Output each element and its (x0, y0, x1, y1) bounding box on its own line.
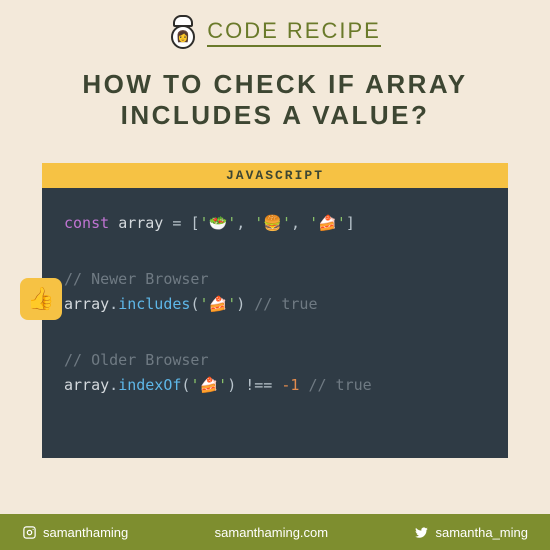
instagram-text: samanthaming (43, 525, 128, 540)
thumbs-up-icon: 👍 (20, 278, 62, 320)
fn-includes: includes (118, 295, 190, 313)
code-language-bar: JAVASCRIPT (42, 163, 508, 188)
twitter-handle: samantha_ming (414, 525, 528, 540)
num-neg1: -1 (281, 376, 299, 394)
code-block: JAVASCRIPT const array = ['🥗', '🍔', '🍰']… (42, 163, 508, 458)
title-line-1: HOW TO CHECK IF ARRAY (82, 69, 467, 99)
comment-newer: // Newer Browser (64, 268, 486, 291)
emoji-cake-arg1: 🍰 (209, 295, 228, 313)
code-body: const array = ['🥗', '🍔', '🍰'] // Newer B… (42, 188, 508, 458)
emoji-cake-arg2: 🍰 (199, 376, 218, 394)
comment-true-2: // true (308, 376, 371, 394)
emoji-cake: 🍰 (318, 214, 337, 232)
twitter-icon (414, 525, 429, 540)
website-link: samanthaming.com (215, 525, 328, 540)
emoji-salad: 🥗 (209, 214, 228, 232)
chef-logo-icon: 👩 (169, 19, 197, 47)
twitter-text: samantha_ming (435, 525, 528, 540)
footer: samanthaming samanthaming.com samantha_m… (0, 514, 550, 550)
page-title: HOW TO CHECK IF ARRAY INCLUDES A VALUE? (0, 69, 550, 131)
op-eq: = (172, 214, 181, 232)
code-line-decl: const array = ['🥗', '🍔', '🍰'] (64, 212, 486, 235)
instagram-icon (22, 525, 37, 540)
code-line-includes: array.includes('🍰') // true (64, 293, 486, 316)
comment-true-1: // true (254, 295, 317, 313)
instagram-handle: samanthaming (22, 525, 128, 540)
var-array: array (118, 214, 163, 232)
website-text: samanthaming.com (215, 525, 328, 540)
emoji-burger: 🍔 (263, 214, 282, 232)
code-line-indexof: array.indexOf('🍰') !== -1 // true (64, 374, 486, 397)
op-neq: !== (245, 376, 272, 394)
fn-indexof: indexOf (118, 376, 181, 394)
keyword-const: const (64, 214, 109, 232)
comment-older: // Older Browser (64, 349, 486, 372)
brand-label: CODE RECIPE (207, 18, 381, 47)
header: 👩 CODE RECIPE (0, 0, 550, 47)
title-line-2: INCLUDES A VALUE? (121, 100, 430, 130)
